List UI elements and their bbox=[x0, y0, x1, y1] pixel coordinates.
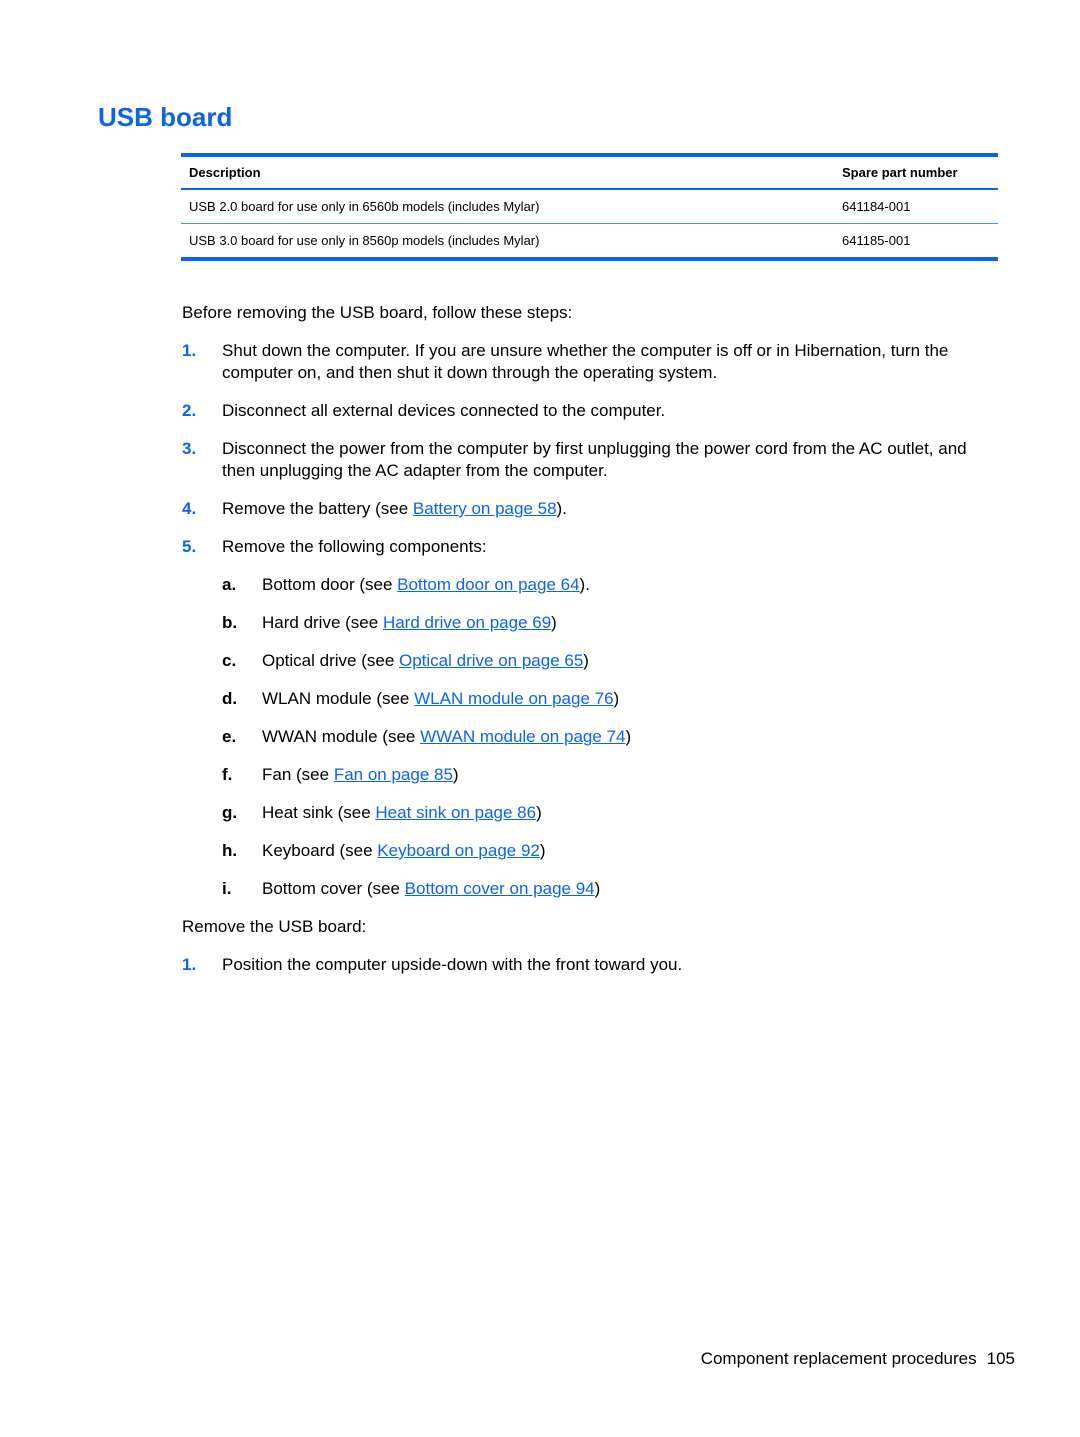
wlan-module-link[interactable]: WLAN module on page 76 bbox=[414, 689, 613, 708]
substep-d: d. WLAN module (see WLAN module on page … bbox=[222, 688, 619, 710]
substep-h: h. Keyboard (see Keyboard on page 92) bbox=[222, 840, 546, 862]
step-4: 4. Remove the battery (see Battery on pa… bbox=[182, 498, 997, 520]
intro-text: Before removing the USB board, follow th… bbox=[182, 303, 573, 322]
substep-text: WWAN module (see bbox=[262, 727, 421, 746]
step-number: 1. bbox=[182, 341, 197, 360]
substep-letter: i. bbox=[222, 879, 232, 898]
substep-b: b. Hard drive (see Hard drive on page 69… bbox=[222, 612, 557, 634]
step-number: 5. bbox=[182, 537, 197, 556]
step-3: 3. Disconnect the power from the compute… bbox=[182, 438, 997, 482]
substep-c: c. Optical drive (see Optical drive on p… bbox=[222, 650, 589, 672]
substep-text-after: ) bbox=[613, 689, 620, 708]
substep-letter: h. bbox=[222, 841, 238, 860]
table-row: USB 2.0 board for use only in 6560b mode… bbox=[181, 189, 998, 224]
table-header-row: Description Spare part number bbox=[181, 155, 998, 190]
substep-text: Keyboard (see bbox=[262, 841, 378, 860]
substep-text-after: ) bbox=[536, 803, 542, 822]
keyboard-link[interactable]: Keyboard on page 92 bbox=[377, 841, 540, 860]
step-text: Remove the battery (see bbox=[222, 499, 413, 518]
step-number: 2. bbox=[182, 401, 197, 420]
substep-text: Heat sink (see bbox=[262, 803, 376, 822]
optical-drive-link[interactable]: Optical drive on page 65 bbox=[399, 651, 583, 670]
substep-f: f. Fan (see Fan on page 85) bbox=[222, 764, 459, 786]
substep-text-after: ) bbox=[594, 879, 601, 898]
part-number: 641184-001 bbox=[834, 189, 998, 224]
remove-intro-text: Remove the USB board: bbox=[182, 917, 367, 936]
substep-text-after: ) bbox=[539, 841, 546, 860]
substep-letter: g. bbox=[222, 803, 238, 822]
column-header-spare-part-number: Spare part number bbox=[834, 155, 998, 190]
spare-parts-table: Description Spare part number USB 2.0 bo… bbox=[181, 153, 998, 261]
substep-letter: c. bbox=[222, 651, 237, 670]
substep-text: Bottom door (see bbox=[262, 575, 398, 594]
heat-sink-link[interactable]: Heat sink on page 86 bbox=[375, 803, 536, 822]
step-text: Position the computer upside-down with t… bbox=[222, 955, 683, 974]
step-number: 4. bbox=[182, 499, 197, 518]
footer-section-title: Component replacement procedures bbox=[700, 1349, 977, 1368]
substep-text: Optical drive (see bbox=[262, 651, 399, 670]
substep-g: g. Heat sink (see Heat sink on page 86) bbox=[222, 802, 542, 824]
step-text-after: ). bbox=[556, 499, 567, 518]
step-1: 1. Shut down the computer. If you are un… bbox=[182, 340, 997, 384]
substep-text: Bottom cover (see bbox=[262, 879, 405, 898]
page-number: 105 bbox=[986, 1349, 1015, 1368]
part-description: USB 2.0 board for use only in 6560b mode… bbox=[181, 189, 834, 224]
substep-letter: e. bbox=[222, 727, 237, 746]
column-header-description: Description bbox=[181, 155, 834, 190]
battery-link[interactable]: Battery on page 58 bbox=[413, 499, 557, 518]
page-title: USB board bbox=[98, 102, 233, 132]
substep-letter: b. bbox=[222, 613, 238, 632]
substep-e: e. WWAN module (see WWAN module on page … bbox=[222, 726, 631, 748]
substep-i: i. Bottom cover (see Bottom cover on pag… bbox=[222, 878, 600, 900]
part-description: USB 3.0 board for use only in 8560p mode… bbox=[189, 233, 540, 248]
substep-text-after: ) bbox=[625, 727, 632, 746]
wwan-module-link[interactable]: WWAN module on page 74 bbox=[420, 727, 625, 746]
step-2: 2. Disconnect all external devices conne… bbox=[182, 400, 997, 422]
step-text: Remove the following components: bbox=[222, 537, 487, 556]
step-number: 3. bbox=[182, 439, 197, 458]
step-text: Disconnect all external devices connecte… bbox=[222, 401, 666, 420]
hard-drive-link[interactable]: Hard drive on page 69 bbox=[383, 613, 551, 632]
step-text: Disconnect the power from the computer b… bbox=[222, 439, 967, 480]
substep-letter: f. bbox=[222, 765, 233, 784]
part-number: 641185-001 bbox=[842, 233, 911, 248]
page-footer: Component replacement procedures 105 bbox=[701, 1349, 1015, 1369]
substep-text-after: ) bbox=[452, 765, 459, 784]
fan-link[interactable]: Fan on page 85 bbox=[334, 765, 453, 784]
substep-text: Fan (see bbox=[262, 765, 334, 784]
substep-letter: a. bbox=[222, 575, 237, 594]
substep-text-after: ) bbox=[551, 613, 557, 632]
substep-text: WLAN module (see bbox=[262, 689, 415, 708]
table-row: USB 3.0 board for use only in 8560p mode… bbox=[181, 224, 998, 260]
substep-letter: d. bbox=[222, 689, 238, 708]
substep-text-after: ). bbox=[579, 575, 590, 594]
substep-text-after: ) bbox=[583, 651, 589, 670]
remove-step-1: 1. Position the computer upside-down wit… bbox=[182, 954, 997, 976]
bottom-door-link[interactable]: Bottom door on page 64 bbox=[397, 575, 579, 594]
substep-a: a. Bottom door (see Bottom door on page … bbox=[222, 574, 590, 596]
bottom-cover-link[interactable]: Bottom cover on page 94 bbox=[405, 879, 595, 898]
step-5: 5. Remove the following components: bbox=[182, 536, 997, 558]
step-text: Shut down the computer. If you are unsur… bbox=[222, 341, 949, 382]
step-number: 1. bbox=[182, 955, 197, 974]
substep-text: Hard drive (see bbox=[262, 613, 383, 632]
